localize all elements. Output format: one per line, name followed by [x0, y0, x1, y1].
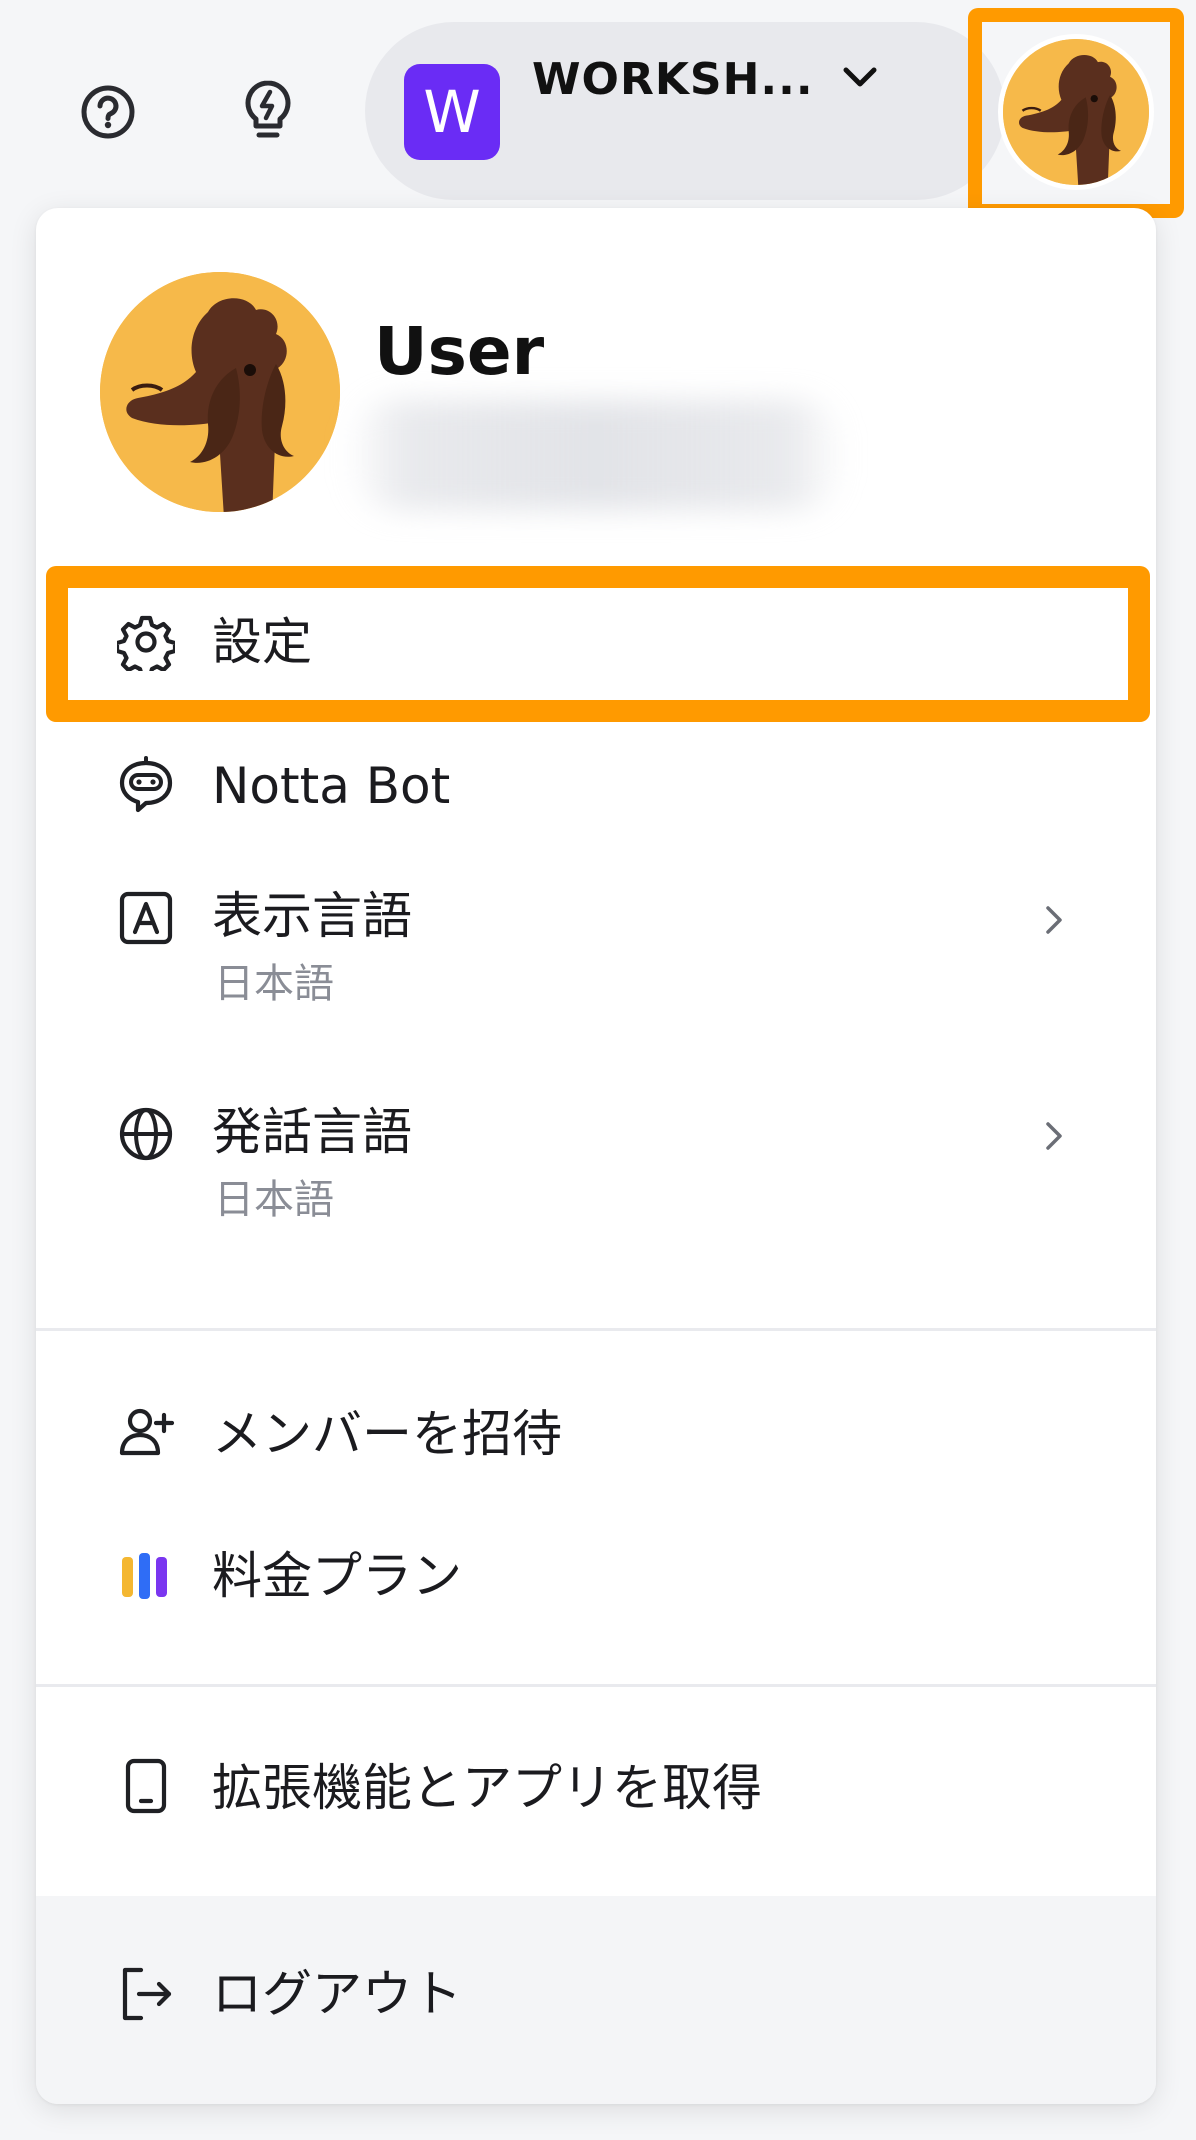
menu-item-label: 料金プラン: [212, 1547, 462, 1605]
menu-item-label: メンバーを招待: [212, 1405, 562, 1463]
menu-item-label: 発話言語: [212, 1103, 412, 1161]
top-bar: W WORKSH...: [0, 0, 1196, 224]
workspace-name[interactable]: WORKSH...: [532, 52, 814, 108]
menu-item-get-extensions-apps[interactable]: 拡張機能とアプリを取得: [36, 1728, 1156, 1848]
menu-divider: [36, 1684, 1156, 1687]
plan-bars-icon: [116, 1546, 176, 1606]
menu-item-pricing-plan[interactable]: 料金プラン: [36, 1516, 1156, 1636]
logout-icon: [116, 1964, 176, 2024]
menu-item-invite-members[interactable]: メンバーを招待: [36, 1374, 1156, 1494]
display-language-value: 日本語: [214, 961, 334, 1007]
chevron-right-icon: [1034, 900, 1074, 940]
bot-icon: [116, 754, 176, 814]
menu-item-display-language[interactable]: 表示言語 日本語: [36, 864, 1156, 1024]
add-user-icon: [116, 1402, 176, 1462]
menu-item-label: Notta Bot: [212, 757, 451, 815]
user-email-redacted: [346, 400, 846, 510]
menu-divider: [36, 1328, 1156, 1331]
menu-item-label: ログアウト: [212, 1965, 462, 2023]
chevron-right-icon: [1034, 1116, 1074, 1156]
menu-item-label: 表示言語: [212, 887, 412, 945]
menu-item-logout[interactable]: ログアウト: [36, 1934, 1156, 2054]
menu-item-notta-bot[interactable]: Notta Bot: [36, 726, 1156, 846]
menu-item-label: 拡張機能とアプリを取得: [212, 1759, 762, 1817]
menu-item-speech-language[interactable]: 発話言語 日本語: [36, 1080, 1156, 1240]
lightbulb-icon[interactable]: [228, 70, 308, 150]
user-avatar: [100, 272, 340, 512]
chevron-down-icon[interactable]: [838, 56, 882, 100]
account-menu: User 設定 Notta Bot 表示言語 日本語 発話言語 日本語 メンバー…: [36, 208, 1156, 2104]
speech-language-value: 日本語: [214, 1177, 334, 1223]
help-icon[interactable]: [68, 72, 148, 152]
user-name: User: [374, 313, 545, 390]
dog-avatar-icon: [100, 272, 340, 512]
letter-a-icon: [116, 888, 176, 948]
user-avatar-button[interactable]: [998, 34, 1154, 190]
workspace-badge[interactable]: W: [404, 64, 500, 160]
dog-avatar-icon: [1003, 39, 1149, 185]
device-icon: [116, 1756, 176, 1816]
globe-icon: [116, 1104, 176, 1164]
settings-highlight: [46, 566, 1150, 722]
